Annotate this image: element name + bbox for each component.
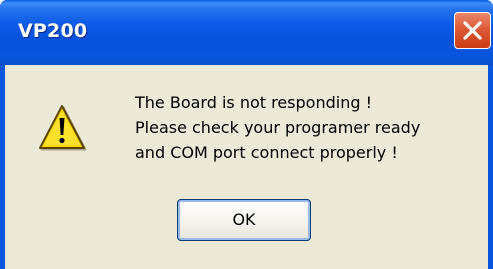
message-line: Please check your programer ready [135, 118, 421, 137]
dialog-body: The Board is not responding ! Please che… [5, 65, 488, 269]
dialog-window: VP200 The Board is not responding ! Plea… [0, 0, 493, 269]
close-button[interactable] [454, 12, 491, 49]
close-icon [463, 21, 482, 40]
message-line: and COM port connect properly ! [135, 143, 398, 162]
message-line: The Board is not responding ! [135, 93, 372, 112]
window-title: VP200 [18, 20, 88, 42]
ok-button[interactable]: OK [177, 199, 311, 241]
warning-icon [39, 105, 87, 151]
title-bar[interactable]: VP200 [0, 0, 493, 65]
message-text: The Board is not responding ! Please che… [135, 90, 420, 165]
